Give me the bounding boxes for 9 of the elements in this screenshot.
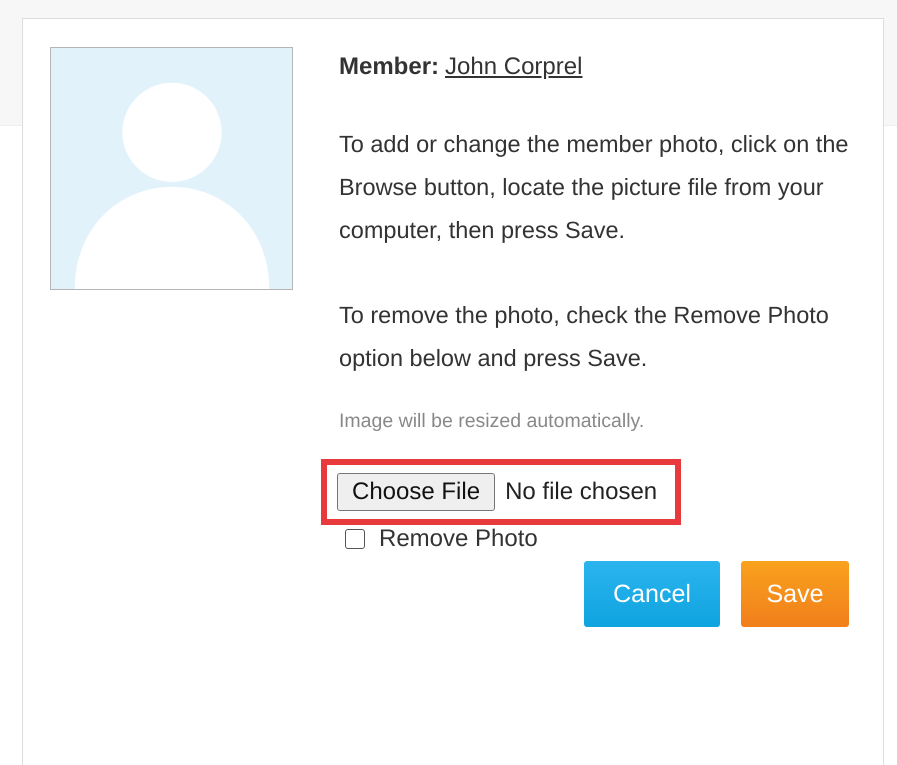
instruction-text: To add or change the member photo, click on the Browse button, locate the picture file from your computer, then press Save.	[339, 130, 850, 245]
remove-photo-checkbox[interactable]	[345, 529, 365, 549]
instruction-text: To remove the photo, check the Remove Photo option below and press Save.	[339, 301, 830, 373]
file-status-text: No file chosen	[505, 478, 658, 506]
member-label: Member:	[339, 53, 440, 80]
member-name-link[interactable]: John Corprel	[445, 53, 582, 80]
remove-photo-label: Remove Photo	[379, 525, 538, 553]
hint-text: Image will be resized automatically.	[339, 410, 644, 433]
choose-file-button[interactable]: Choose File	[337, 473, 496, 511]
